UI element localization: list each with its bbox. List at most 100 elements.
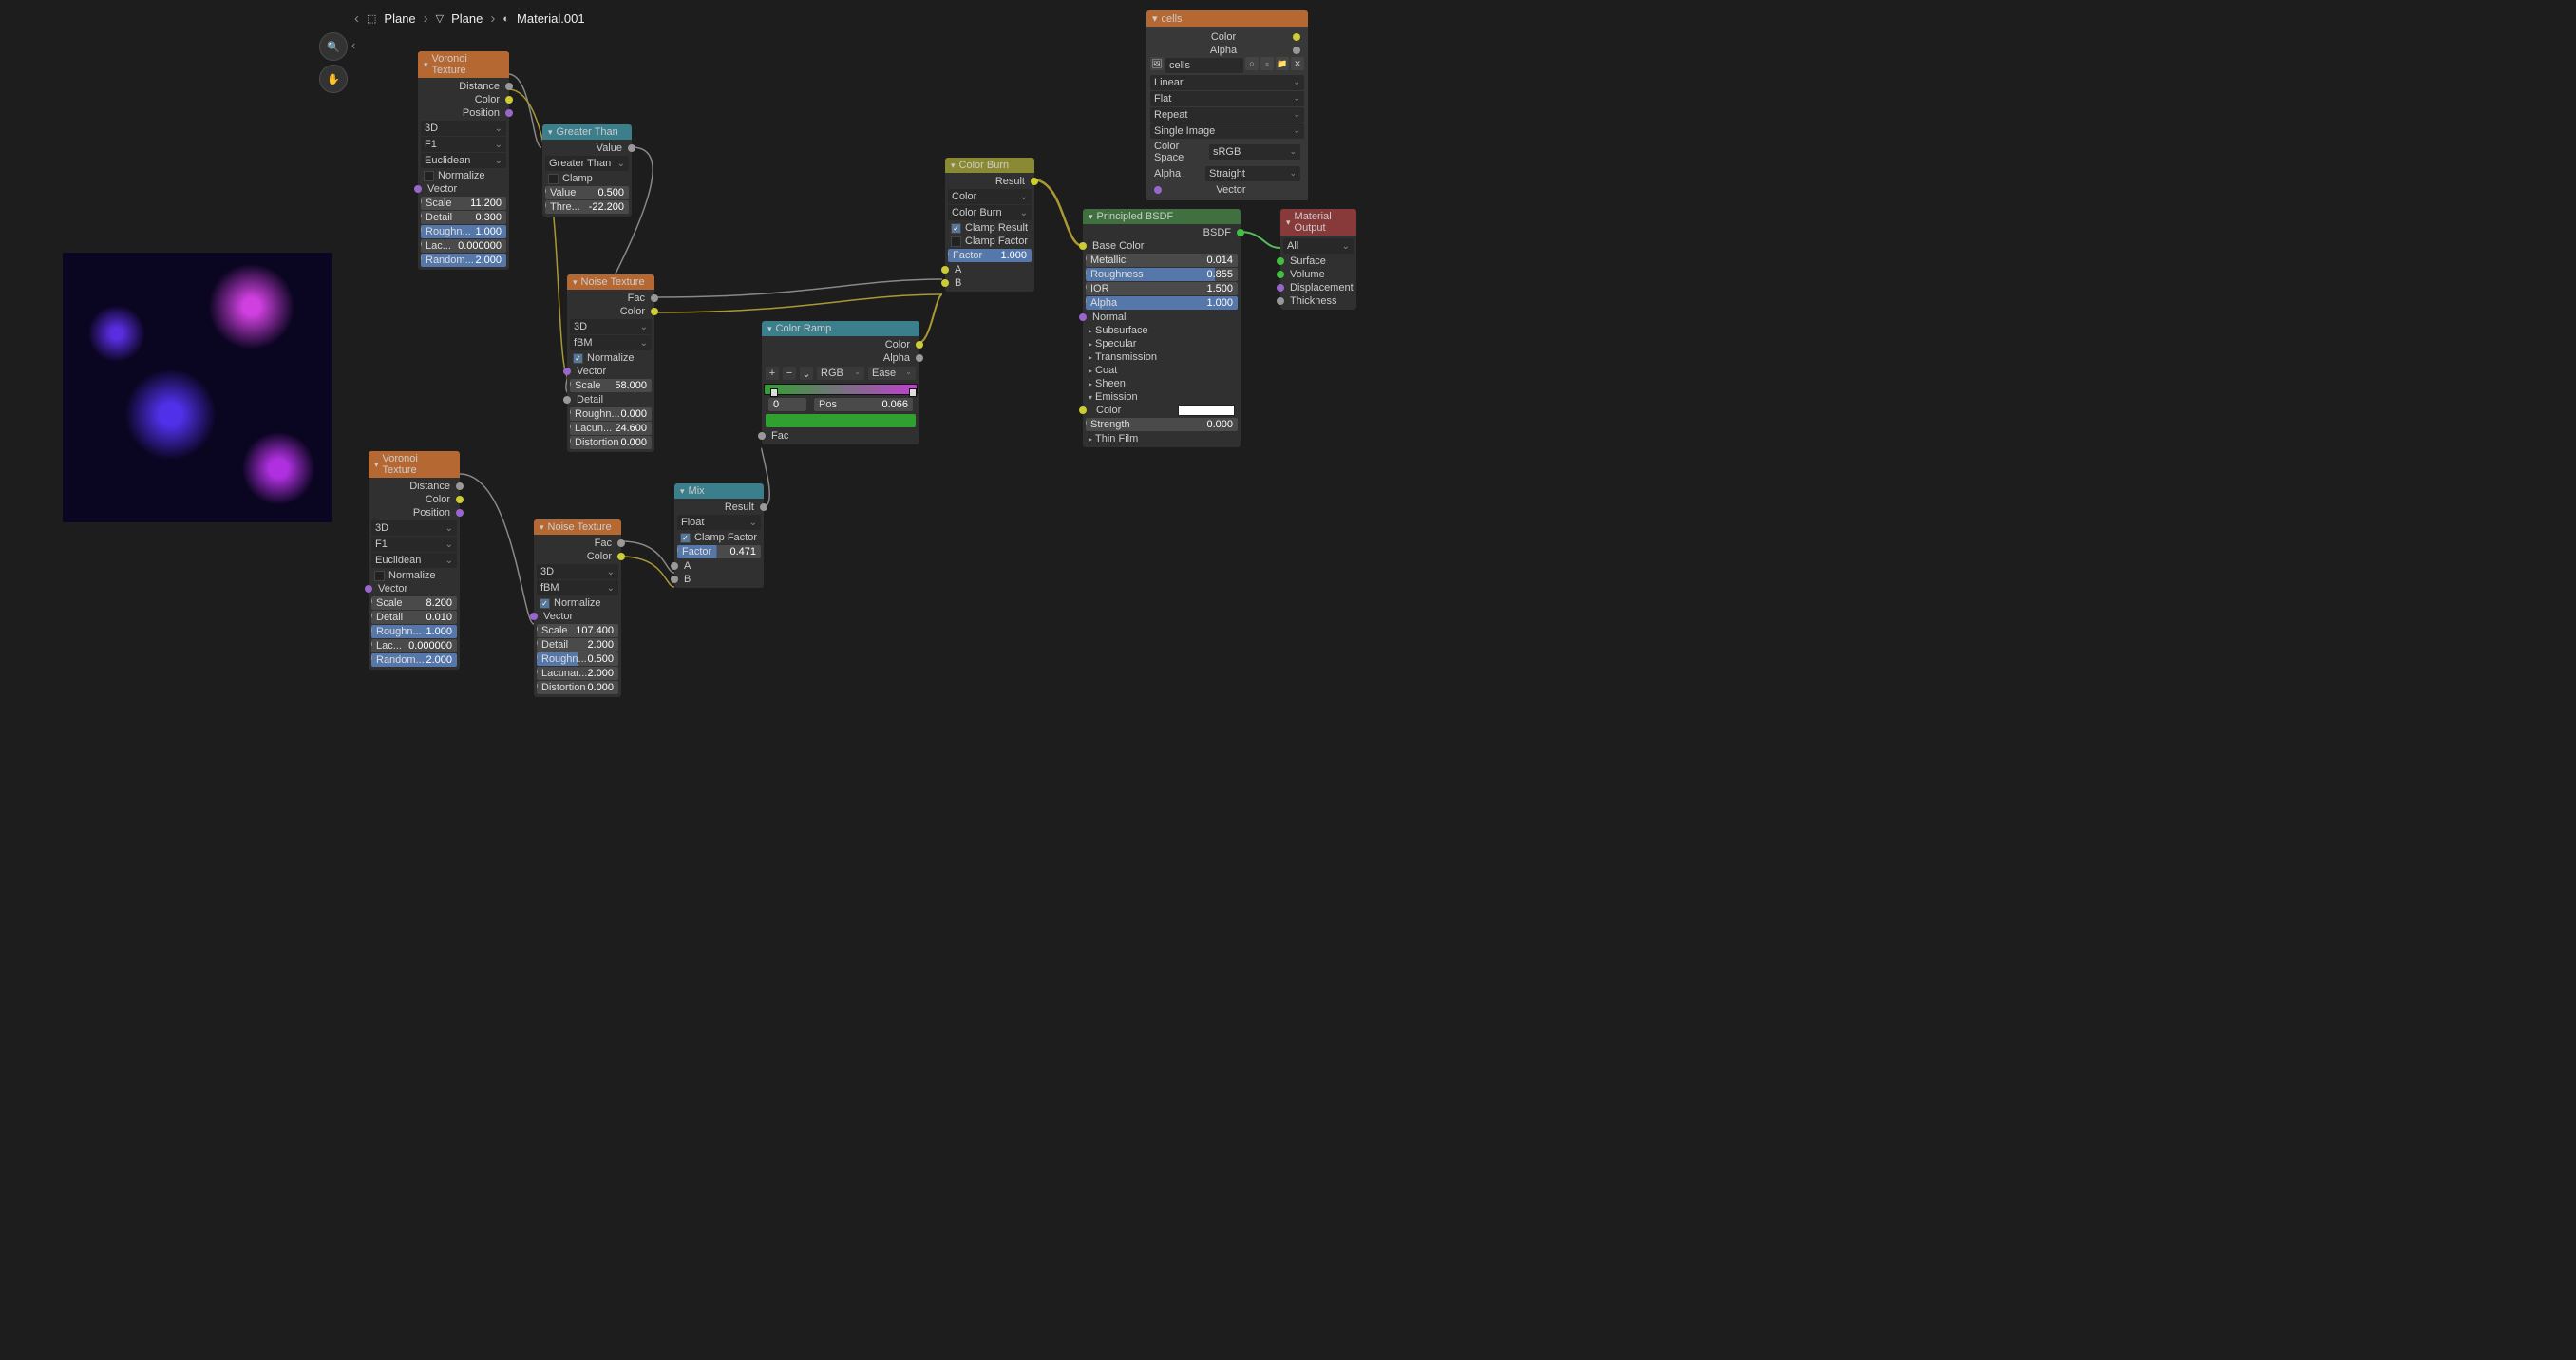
- output-socket[interactable]: [617, 553, 625, 560]
- ramp-stop-1[interactable]: [909, 388, 917, 397]
- pan-tool[interactable]: ✋: [319, 65, 348, 93]
- roughness-input[interactable]: Roughness0.855: [1086, 268, 1238, 281]
- linked-icon[interactable]: ○: [1245, 57, 1259, 70]
- collapse-icon[interactable]: ▾: [767, 324, 772, 334]
- material-output-node[interactable]: ▾Material Output All Surface Volume Disp…: [1280, 209, 1356, 310]
- new-image-button[interactable]: ▫: [1260, 57, 1274, 70]
- randomness-input[interactable]: Random...2.000: [421, 254, 506, 267]
- input-socket[interactable]: [1079, 313, 1087, 321]
- voronoi-texture-node-1[interactable]: ▾Voronoi Texture Distance Color Position…: [418, 51, 509, 270]
- source-select[interactable]: Single Image: [1150, 123, 1304, 139]
- dimensions-select[interactable]: 3D: [537, 564, 618, 579]
- lacunarity-input[interactable]: Lac...0.000000: [421, 239, 506, 253]
- lacunarity-input[interactable]: Lacun...24.600: [570, 422, 652, 435]
- dimensions-select[interactable]: 3D: [570, 319, 652, 334]
- clamp-factor-checkbox[interactable]: Clamp Factor: [945, 235, 1034, 248]
- coat-expand[interactable]: Coat: [1083, 364, 1241, 377]
- input-socket[interactable]: [941, 266, 949, 274]
- input-socket[interactable]: [365, 585, 372, 593]
- sheen-expand[interactable]: Sheen: [1083, 377, 1241, 390]
- colormode-select[interactable]: RGB: [817, 367, 864, 380]
- input-socket[interactable]: [1277, 271, 1284, 278]
- output-socket[interactable]: [760, 503, 767, 511]
- target-select[interactable]: All: [1283, 238, 1354, 254]
- node-header[interactable]: ▾Principled BSDF: [1083, 209, 1241, 224]
- output-socket[interactable]: [1031, 178, 1038, 185]
- collapse-icon[interactable]: ▾: [951, 161, 956, 171]
- clamp-checkbox[interactable]: Clamp: [542, 172, 632, 185]
- input-socket[interactable]: [1277, 284, 1284, 292]
- threshold-input[interactable]: Thre...-22.200: [545, 200, 629, 214]
- voronoi-texture-node-2[interactable]: ▾Voronoi Texture Distance Color Position…: [369, 451, 460, 670]
- roughness-input[interactable]: Roughn...0.500: [537, 652, 618, 666]
- scale-input[interactable]: Scale8.200: [371, 596, 457, 610]
- collapse-icon[interactable]: ▾: [548, 127, 553, 138]
- node-header[interactable]: ▾Voronoi Texture: [418, 51, 509, 78]
- input-socket[interactable]: [941, 279, 949, 287]
- node-header[interactable]: ▾Greater Than: [542, 124, 632, 140]
- extension-select[interactable]: Repeat: [1150, 107, 1304, 123]
- noise-texture-node-2[interactable]: ▾Noise Texture Fac Color 3D fBM ✓Normali…: [534, 519, 621, 697]
- operation-select[interactable]: Greater Than: [545, 156, 629, 171]
- feature-select[interactable]: F1: [371, 537, 457, 552]
- ramp-stop-0[interactable]: [770, 388, 778, 397]
- breadcrumb-back-icon[interactable]: ‹: [354, 10, 359, 27]
- normalize-checkbox[interactable]: Normalize: [418, 169, 509, 182]
- alpha-input[interactable]: Alpha1.000: [1086, 296, 1238, 310]
- zoom-tool[interactable]: 🔍: [319, 32, 348, 61]
- metric-select[interactable]: Euclidean: [371, 553, 457, 568]
- output-socket[interactable]: [617, 539, 625, 547]
- noise-texture-node-1[interactable]: ▾Noise Texture Fac Color 3D fBM ✓Normali…: [567, 274, 654, 452]
- specular-expand[interactable]: Specular: [1083, 337, 1241, 350]
- projection-select[interactable]: Flat: [1150, 91, 1304, 106]
- colorspace-select[interactable]: sRGB: [1209, 144, 1300, 160]
- input-socket[interactable]: [671, 576, 678, 583]
- stop-color-swatch[interactable]: [766, 414, 916, 427]
- factor-input[interactable]: Factor1.000: [948, 249, 1032, 262]
- output-socket[interactable]: [916, 354, 923, 362]
- collapse-icon[interactable]: ▾: [540, 522, 544, 533]
- emission-expand[interactable]: Emission: [1083, 390, 1241, 404]
- input-socket[interactable]: [414, 185, 422, 193]
- emission-strength-input[interactable]: Strength0.000: [1086, 418, 1238, 431]
- node-header[interactable]: ▾Noise Texture: [567, 274, 654, 290]
- open-image-button[interactable]: 📁: [1276, 57, 1289, 70]
- distortion-input[interactable]: Distortion0.000: [570, 436, 652, 449]
- input-socket[interactable]: [671, 562, 678, 570]
- clamp-factor-checkbox[interactable]: ✓Clamp Factor: [674, 531, 764, 544]
- input-socket[interactable]: [530, 613, 538, 620]
- node-header[interactable]: ▾Mix: [674, 483, 764, 499]
- stop-position[interactable]: Pos0.066: [814, 398, 913, 411]
- type-select[interactable]: fBM: [537, 580, 618, 595]
- transmission-expand[interactable]: Transmission: [1083, 350, 1241, 364]
- panel-header[interactable]: ▾cells: [1146, 10, 1308, 27]
- ior-input[interactable]: IOR1.500: [1086, 282, 1238, 295]
- dimensions-select[interactable]: 3D: [421, 121, 506, 136]
- add-stop-button[interactable]: +: [766, 367, 779, 380]
- collapse-icon[interactable]: ▾: [374, 460, 379, 470]
- output-socket[interactable]: [456, 496, 464, 503]
- collapse-icon[interactable]: ▾: [1152, 12, 1158, 25]
- collapse-icon[interactable]: ▾: [1286, 217, 1291, 228]
- detail-input[interactable]: Detail0.010: [371, 611, 457, 624]
- normalize-checkbox[interactable]: Normalize: [369, 569, 460, 582]
- blend-mode-select[interactable]: Color Burn: [948, 205, 1032, 220]
- output-socket[interactable]: [505, 96, 513, 104]
- normalize-checkbox[interactable]: ✓Normalize: [567, 351, 654, 365]
- lacunarity-input[interactable]: Lac...0.000000: [371, 639, 457, 652]
- thin-film-expand[interactable]: Thin Film: [1083, 432, 1241, 445]
- color-burn-node[interactable]: ▾Color Burn Result Color Color Burn ✓Cla…: [945, 158, 1034, 292]
- roughness-input[interactable]: Roughn...1.000: [371, 625, 457, 638]
- principled-bsdf-node[interactable]: ▾Principled BSDF BSDF Base Color Metalli…: [1083, 209, 1241, 447]
- output-socket[interactable]: [505, 109, 513, 117]
- input-socket[interactable]: [1277, 257, 1284, 265]
- remove-stop-button[interactable]: −: [783, 367, 796, 380]
- metric-select[interactable]: Euclidean: [421, 153, 506, 168]
- value-input[interactable]: Value0.500: [545, 186, 629, 199]
- node-header[interactable]: ▾Voronoi Texture: [369, 451, 460, 478]
- output-socket[interactable]: [628, 144, 635, 152]
- output-socket[interactable]: [1293, 47, 1300, 54]
- node-header[interactable]: ▾Color Ramp: [762, 321, 919, 336]
- input-socket[interactable]: [1079, 242, 1087, 250]
- detail-input[interactable]: Detail2.000: [537, 638, 618, 652]
